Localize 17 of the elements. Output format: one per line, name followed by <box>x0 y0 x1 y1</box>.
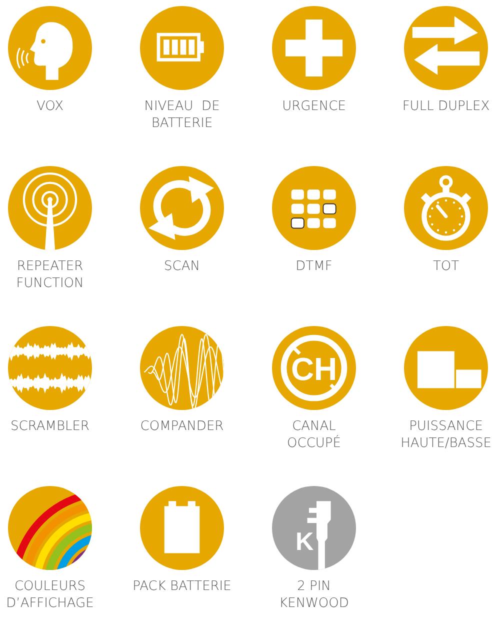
feature-label: 2 PIN KENWOOD <box>279 578 349 612</box>
feature-label: COMPANDER <box>140 418 224 435</box>
feature-label: FULL DUPLEX <box>402 98 490 115</box>
feature-label: SCAN <box>164 258 200 275</box>
feature-label: PACK BATTERIE <box>132 578 232 595</box>
feature-label: DTMF <box>296 258 332 275</box>
feature-label: VOX <box>36 98 64 115</box>
feature-label: NIVEAU DE BATTERIE <box>144 98 220 132</box>
feature-label: SCRAMBLER <box>10 418 90 435</box>
icon-letters: K <box>296 528 314 556</box>
feature-label: TOT <box>432 258 460 275</box>
feature-label: COULEURS D’AFFICHAGE <box>6 578 94 612</box>
feature-label: REPEATER FUNCTION <box>16 258 84 292</box>
feature-label: URGENCE <box>282 98 346 115</box>
feature-label: PUISSANCE HAUTE/BASSE <box>400 418 492 452</box>
feature-label: CANAL OCCUPÉ <box>287 418 341 452</box>
icon-letters: CH <box>290 350 338 387</box>
